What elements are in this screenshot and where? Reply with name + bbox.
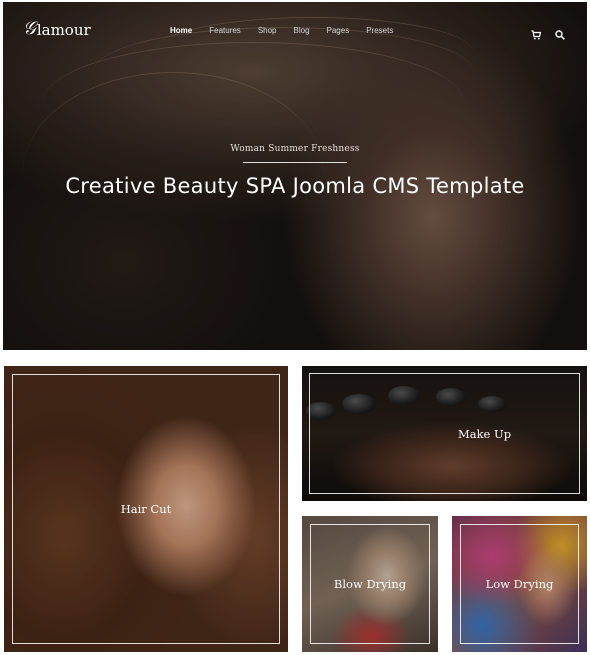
service-label: Blow Drying — [333, 577, 407, 591]
service-card-hair-cut[interactable]: Hair Cut — [4, 366, 288, 652]
nav-icon-group — [531, 25, 565, 40]
top-navbar: 𝒢 lamour Home Features Shop Blog Pages P… — [3, 2, 587, 60]
nav-pages[interactable]: Pages — [327, 26, 350, 35]
service-card-make-up[interactable]: Make Up — [302, 366, 587, 501]
service-card-low-drying[interactable]: Low Drying — [452, 516, 587, 652]
nav-features[interactable]: Features — [209, 26, 241, 35]
logo-text: lamour — [36, 21, 91, 39]
site-logo[interactable]: 𝒢 lamour — [23, 20, 91, 38]
hero-banner: 𝒢 lamour Home Features Shop Blog Pages P… — [3, 2, 587, 350]
hero-title: Creative Beauty SPA Joomla CMS Template — [65, 174, 525, 198]
nav-presets[interactable]: Presets — [366, 26, 393, 35]
logo-mark: 𝒢 — [23, 18, 36, 39]
search-icon[interactable] — [555, 25, 565, 40]
nav-blog[interactable]: Blog — [294, 26, 310, 35]
hero-subtitle: Woman Summer Freshness — [230, 144, 360, 154]
nav-home[interactable]: Home — [170, 26, 192, 35]
service-card-blow-drying[interactable]: Blow Drying — [302, 516, 438, 652]
main-nav: Home Features Shop Blog Pages Presets — [170, 26, 410, 35]
hero-divider — [243, 162, 347, 163]
cart-icon[interactable] — [531, 25, 542, 40]
service-label: Make Up — [457, 426, 512, 441]
hero-content: Woman Summer Freshness Creative Beauty S… — [3, 144, 587, 198]
nav-shop[interactable]: Shop — [258, 26, 277, 35]
service-label: Hair Cut — [120, 502, 172, 516]
service-label: Low Drying — [485, 577, 554, 591]
